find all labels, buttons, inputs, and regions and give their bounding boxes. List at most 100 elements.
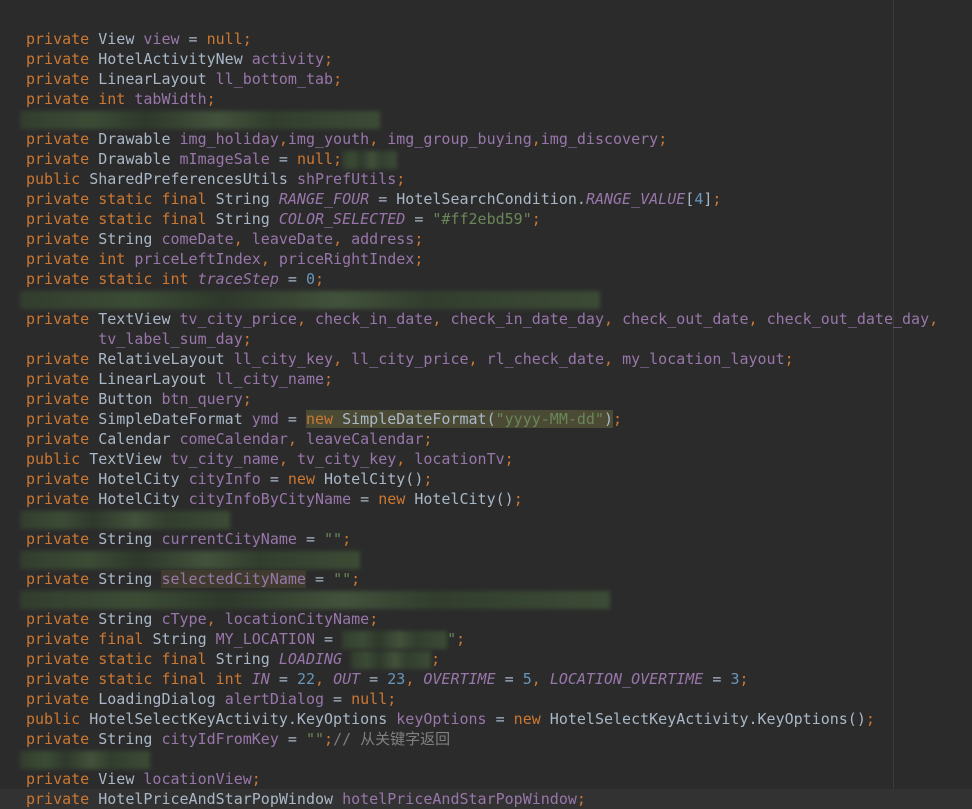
code-line[interactable]: private Drawable img_holiday,img_youth, … bbox=[26, 129, 972, 149]
code-line[interactable]: private HotelActivityNew activity; bbox=[26, 49, 972, 69]
code-token: HotelPriceAndStarPopWindow bbox=[98, 790, 343, 808]
code-token: LOCATION_OVERTIME bbox=[549, 670, 704, 688]
code-token: leaveDate bbox=[251, 230, 334, 248]
code-token: , bbox=[278, 130, 288, 148]
code-line[interactable]: private String selectedCityName = ""; bbox=[26, 569, 972, 589]
code-token: = bbox=[296, 530, 325, 548]
code-line[interactable]: private HotelPriceAndStarPopWindow hotel… bbox=[0, 789, 972, 809]
code-token: , bbox=[315, 670, 334, 688]
code-token: LoadingDialog bbox=[98, 690, 225, 708]
code-line[interactable]: private LinearLayout ll_city_name; bbox=[26, 369, 972, 389]
code-token: , bbox=[468, 350, 487, 368]
code-token: HotelActivityNew bbox=[98, 50, 252, 68]
code-token: private bbox=[26, 350, 99, 368]
code-token: img_youth bbox=[287, 130, 370, 148]
code-token: new bbox=[287, 470, 325, 488]
code-token: address bbox=[351, 230, 415, 248]
code-token: ; bbox=[414, 250, 424, 268]
code-token: , bbox=[405, 670, 424, 688]
code-line[interactable]: private static final int IN = 22, OUT = … bbox=[26, 669, 972, 689]
code-token: private bbox=[26, 410, 99, 428]
code-token: priceLeftIndex bbox=[134, 250, 261, 268]
code-line[interactable] bbox=[20, 589, 972, 609]
code-editor[interactable]: private View view = null; private HotelAc… bbox=[0, 29, 972, 809]
code-token: SimpleDateFormat bbox=[98, 410, 252, 428]
code-line[interactable]: private String cType, locationCityName; bbox=[26, 609, 972, 629]
code-token: ; bbox=[423, 470, 433, 488]
code-line[interactable]: private static final String COLOR_SELECT… bbox=[26, 209, 972, 229]
code-token: ; bbox=[513, 490, 523, 508]
code-token: , bbox=[278, 450, 297, 468]
code-token: new bbox=[305, 410, 343, 428]
code-line[interactable]: private Drawable mImageSale = null; bbox=[26, 149, 972, 169]
code-token: RANGE_FOUR bbox=[278, 190, 370, 208]
code-token: ll_city_key bbox=[233, 350, 334, 368]
code-line[interactable] bbox=[20, 549, 972, 569]
code-token: ; bbox=[351, 570, 361, 588]
code-line[interactable]: private int tabWidth; bbox=[26, 89, 972, 109]
code-line[interactable]: private Calendar comeCalendar, leaveCale… bbox=[26, 429, 972, 449]
code-line[interactable]: private static final String RANGE_FOUR =… bbox=[26, 189, 972, 209]
code-token: priceRightIndex bbox=[278, 250, 415, 268]
code-line[interactable]: private String comeDate, leaveDate, addr… bbox=[26, 229, 972, 249]
code-line[interactable] bbox=[20, 749, 972, 769]
code-token: private static int bbox=[26, 270, 198, 288]
code-token: = bbox=[486, 710, 514, 728]
code-token: locationTv bbox=[414, 450, 505, 468]
code-line[interactable]: private final String MY_LOCATION = "; bbox=[26, 629, 972, 649]
code-token: Drawable bbox=[98, 130, 180, 148]
code-token: comeCalendar bbox=[179, 430, 288, 448]
code-line[interactable]: private LoadingDialog alertDialog = null… bbox=[26, 689, 972, 709]
code-line[interactable] bbox=[20, 289, 972, 309]
code-line[interactable]: tv_label_sum_day; bbox=[26, 329, 972, 349]
code-token: = bbox=[405, 210, 433, 228]
code-token: ; bbox=[369, 610, 379, 628]
code-line[interactable]: private HotelCity cityInfoByCityName = n… bbox=[26, 489, 972, 509]
code-token: , bbox=[369, 130, 388, 148]
code-line[interactable]: private Button btn_query; bbox=[26, 389, 972, 409]
code-token: null; bbox=[206, 30, 252, 48]
code-line[interactable]: private static final String LOADING ; bbox=[26, 649, 972, 669]
code-line[interactable]: public HotelSelectKeyActivity.KeyOptions… bbox=[26, 709, 972, 729]
code-token: tv_city_name bbox=[170, 450, 279, 468]
code-line[interactable] bbox=[20, 109, 972, 129]
code-token: ; bbox=[396, 170, 406, 188]
code-token: "yyyy-MM-dd" bbox=[495, 410, 604, 428]
code-line[interactable]: private View locationView; bbox=[26, 769, 972, 789]
code-token: ymd bbox=[251, 410, 279, 428]
code-line[interactable] bbox=[20, 509, 972, 529]
code-line[interactable]: private HotelCity cityInfo = new HotelCi… bbox=[26, 469, 972, 489]
code-line[interactable]: private SimpleDateFormat ymd = new Simpl… bbox=[26, 409, 972, 429]
code-line[interactable]: private int priceLeftIndex, priceRightIn… bbox=[26, 249, 972, 269]
code-token: 0 bbox=[305, 270, 315, 288]
code-token: , bbox=[287, 430, 306, 448]
code-line[interactable]: private static int traceStep = 0; bbox=[26, 269, 972, 289]
code-token: 23 bbox=[387, 670, 406, 688]
code-token: private bbox=[26, 730, 99, 748]
code-token: [ bbox=[685, 190, 695, 208]
code-token: private int bbox=[26, 250, 135, 268]
code-token: LOADING bbox=[278, 650, 343, 668]
code-line[interactable]: private String currentCityName = ""; bbox=[26, 529, 972, 549]
code-line[interactable]: private View view = null; bbox=[26, 29, 972, 49]
code-token: tv_city_key bbox=[296, 450, 397, 468]
code-line[interactable]: private String cityIdFromKey = "";// 从关键… bbox=[26, 729, 972, 749]
code-line[interactable]: private RelativeLayout ll_city_key, ll_c… bbox=[26, 349, 972, 369]
code-line[interactable]: private TextView tv_city_price, check_in… bbox=[26, 309, 972, 329]
redacted-blur bbox=[20, 550, 360, 569]
code-token: null; bbox=[351, 690, 397, 708]
code-token: ll_bottom_tab bbox=[215, 70, 334, 88]
code-token: img_holiday bbox=[179, 130, 279, 148]
code-line[interactable]: public SharedPreferencesUtils shPrefUtil… bbox=[26, 169, 972, 189]
code-token: currentCityName bbox=[161, 530, 297, 548]
code-token: btn_query bbox=[161, 390, 243, 408]
code-token: 22 bbox=[296, 670, 315, 688]
code-token: private bbox=[26, 430, 99, 448]
code-token: = bbox=[360, 670, 388, 688]
code-line[interactable]: private LinearLayout ll_bottom_tab; bbox=[26, 69, 972, 89]
code-token: ; bbox=[242, 330, 252, 348]
code-token: , bbox=[432, 310, 451, 328]
code-token: check_out_date bbox=[622, 310, 749, 328]
code-token: HotelSelectKeyActivity.KeyOptions() bbox=[549, 710, 866, 728]
code-line[interactable]: public TextView tv_city_name, tv_city_ke… bbox=[26, 449, 972, 469]
